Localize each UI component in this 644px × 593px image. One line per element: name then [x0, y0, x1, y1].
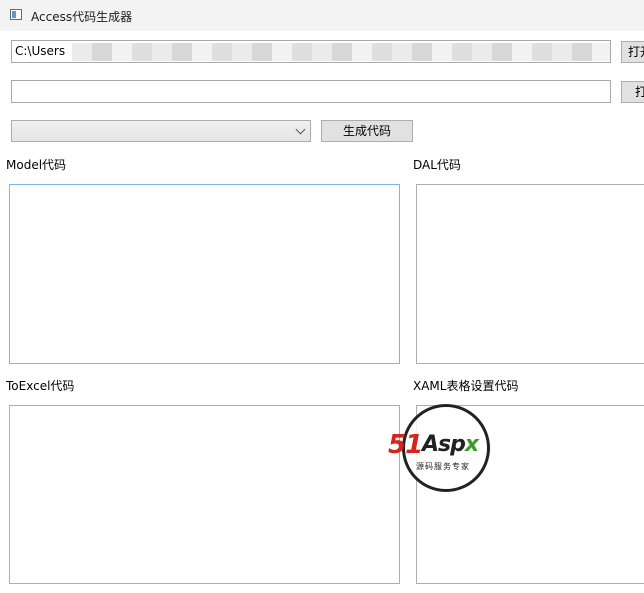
table-select[interactable] [11, 120, 311, 142]
model-code-textarea[interactable] [9, 184, 400, 364]
window-title: Access代码生成器 [31, 10, 133, 24]
watermark-logo: 51 Aspx 源码服务专家 [388, 404, 514, 494]
open-output-button[interactable]: 打开 [621, 81, 644, 103]
watermark-brand-number: 51 [388, 430, 423, 460]
chevron-down-icon [295, 124, 306, 135]
dal-code-label: DAL代码 [413, 158, 461, 172]
watermark-tagline: 源码服务专家 [416, 462, 470, 471]
watermark-brand-word: Aspx [422, 432, 479, 457]
open-database-button[interactable]: 打开 [621, 41, 644, 63]
window-app-icon [10, 9, 22, 20]
title-bar: Access代码生成器 [0, 0, 644, 31]
toexcel-code-textarea[interactable] [9, 405, 400, 584]
generate-code-button[interactable]: 生成代码 [321, 120, 413, 142]
output-path-input[interactable] [11, 80, 611, 103]
xaml-code-label: XAML表格设置代码 [413, 379, 519, 393]
watermark-brand-asp: Asp [422, 432, 466, 457]
model-code-label: Model代码 [6, 158, 67, 172]
toexcel-code-label: ToExcel代码 [6, 379, 75, 393]
database-path-input[interactable]: C:\Users [11, 40, 611, 63]
database-path-value: C:\Users [15, 44, 66, 58]
redacted-path-mosaic [72, 43, 610, 61]
dal-code-textarea[interactable] [416, 184, 644, 364]
watermark-brand-x: x [464, 432, 479, 457]
